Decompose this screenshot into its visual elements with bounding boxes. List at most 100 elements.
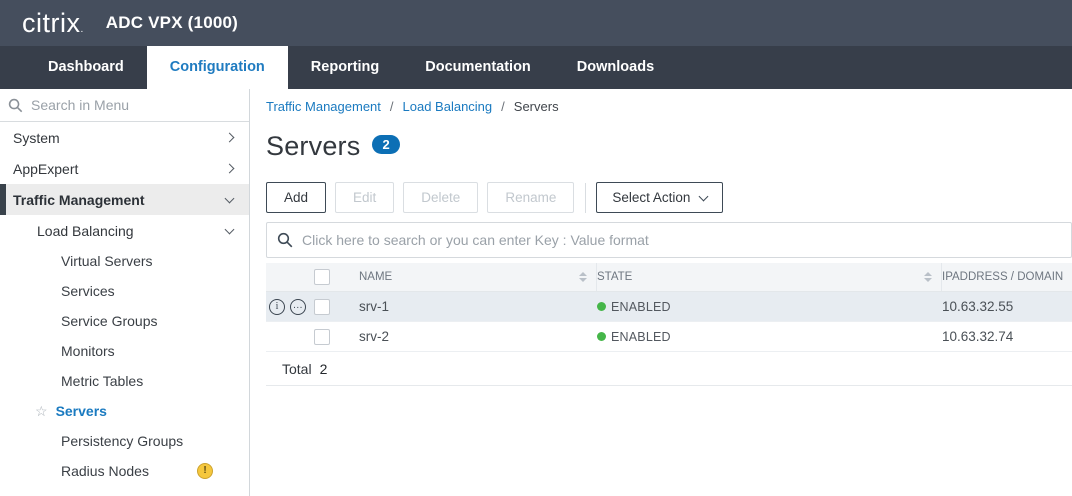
- cell-state: ENABLED: [597, 322, 942, 351]
- app-window: citrix. ADC VPX (1000) Dashboard Configu…: [0, 0, 1072, 496]
- select-action-label: Select Action: [612, 190, 690, 205]
- sidebar-item-label: Load Balancing: [37, 223, 226, 239]
- sort-icon[interactable]: [579, 272, 587, 282]
- sort-icon[interactable]: [924, 272, 932, 282]
- select-all-checkbox[interactable]: [314, 269, 330, 285]
- column-label: NAME: [359, 271, 392, 283]
- table-row[interactable]: srv-2 ENABLED 10.63.32.74: [266, 322, 1072, 352]
- search-icon: [8, 98, 23, 113]
- title-bar: citrix. ADC VPX (1000): [0, 0, 1072, 46]
- servers-table: NAME STATE IPADDRESS / DOMAIN i ...: [266, 263, 1072, 386]
- tab-dashboard[interactable]: Dashboard: [25, 46, 147, 89]
- sidebar-item-servers[interactable]: ☆ Servers: [0, 396, 249, 426]
- cell-ip: 10.63.32.55: [942, 292, 1072, 321]
- chevron-down-icon: [225, 224, 235, 234]
- delete-button[interactable]: Delete: [403, 182, 478, 213]
- breadcrumb-separator: /: [390, 99, 394, 114]
- row-actions-cell: i ...: [266, 292, 359, 321]
- tab-documentation[interactable]: Documentation: [402, 46, 554, 89]
- citrix-logo: citrix.: [22, 10, 84, 37]
- cell-name: srv-2: [359, 322, 597, 351]
- column-header-state[interactable]: STATE: [597, 263, 942, 291]
- row-actions-cell: [266, 322, 359, 351]
- sidebar-item-traffic-management[interactable]: Traffic Management: [0, 184, 249, 215]
- table-search-input[interactable]: [302, 232, 1061, 248]
- search-icon: [277, 232, 293, 248]
- config-sidebar: System AppExpert Traffic Management Load…: [0, 89, 250, 496]
- breadcrumb-load-balancing[interactable]: Load Balancing: [403, 99, 493, 114]
- sidebar-item-metric-tables[interactable]: Metric Tables: [0, 366, 249, 396]
- primary-nav: Dashboard Configuration Reporting Docume…: [0, 46, 1072, 89]
- breadcrumb-traffic-management[interactable]: Traffic Management: [266, 99, 381, 114]
- sidebar-item-label: Service Groups: [61, 313, 157, 329]
- sidebar-item-label: System: [13, 130, 226, 146]
- main-content: Traffic Management / Load Balancing / Se…: [250, 89, 1072, 496]
- sidebar-item-label: Traffic Management: [13, 192, 226, 208]
- cell-state: ENABLED: [597, 292, 942, 321]
- info-icon[interactable]: i: [269, 299, 285, 315]
- chevron-down-icon: [225, 193, 235, 203]
- table-footer: Total 2: [266, 352, 1072, 386]
- sidebar-item-label: Persistency Groups: [61, 433, 183, 449]
- sidebar-item-label: Services: [61, 283, 115, 299]
- tab-downloads[interactable]: Downloads: [554, 46, 677, 89]
- row-checkbox[interactable]: [314, 329, 330, 345]
- rename-button[interactable]: Rename: [487, 182, 574, 213]
- column-label: STATE: [597, 271, 632, 283]
- sidebar-item-monitors[interactable]: Monitors: [0, 336, 249, 366]
- sidebar-item-label: Virtual Servers: [61, 253, 153, 269]
- sidebar-item-services[interactable]: Services: [0, 276, 249, 306]
- state-label: ENABLED: [611, 330, 671, 344]
- ellipsis-menu-icon[interactable]: ...: [290, 299, 306, 315]
- sidebar-item-persistency-groups[interactable]: Persistency Groups: [0, 426, 249, 456]
- enabled-dot-icon: [597, 332, 606, 341]
- sidebar-item-load-balancing[interactable]: Load Balancing: [0, 215, 249, 246]
- cell-name: srv-1: [359, 292, 597, 321]
- tab-reporting[interactable]: Reporting: [288, 46, 402, 89]
- breadcrumb-separator: /: [501, 99, 505, 114]
- sidebar-item-label: AppExpert: [13, 161, 226, 177]
- sidebar-item-label: Radius Nodes: [61, 463, 149, 479]
- warning-icon: !: [197, 463, 213, 479]
- sidebar-item-virtual-servers[interactable]: Virtual Servers: [0, 246, 249, 276]
- sidebar-item-radius-nodes[interactable]: Radius Nodes !: [0, 456, 249, 486]
- sidebar-item-service-groups[interactable]: Service Groups: [0, 306, 249, 336]
- sidebar-item-label: Servers: [56, 403, 107, 419]
- table-header: NAME STATE IPADDRESS / DOMAIN: [266, 263, 1072, 292]
- toolbar: Add Edit Delete Rename Select Action: [266, 182, 1072, 213]
- enabled-dot-icon: [597, 302, 606, 311]
- breadcrumb-current: Servers: [514, 99, 559, 114]
- table-row[interactable]: i ... srv-1 ENABLED 10.63.32.55: [266, 292, 1072, 322]
- select-action-dropdown[interactable]: Select Action: [596, 182, 723, 213]
- row-checkbox[interactable]: [314, 299, 330, 315]
- star-icon[interactable]: ☆: [35, 403, 48, 420]
- column-header-name[interactable]: NAME: [359, 263, 597, 291]
- record-count-badge: 2: [372, 135, 399, 154]
- sidebar-item-label: Monitors: [61, 343, 115, 359]
- citrix-logo-text: citrix: [22, 8, 81, 38]
- table-search[interactable]: [266, 222, 1072, 258]
- sidebar-item-label: Metric Tables: [61, 373, 143, 389]
- tab-configuration[interactable]: Configuration: [147, 46, 288, 89]
- total-value: 2: [320, 361, 328, 377]
- sidebar-item-system[interactable]: System: [0, 122, 249, 153]
- menu-search[interactable]: [0, 89, 249, 122]
- breadcrumb: Traffic Management / Load Balancing / Se…: [266, 99, 1072, 114]
- edit-button[interactable]: Edit: [335, 182, 394, 213]
- sidebar-item-appexpert[interactable]: AppExpert: [0, 153, 249, 184]
- total-label: Total: [282, 361, 312, 377]
- appliance-title: ADC VPX (1000): [106, 13, 238, 33]
- chevron-right-icon: [225, 164, 235, 174]
- column-header-ip[interactable]: IPADDRESS / DOMAIN: [942, 263, 1072, 291]
- toolbar-divider: [585, 183, 586, 213]
- citrix-logo-dot: .: [81, 24, 84, 35]
- chevron-right-icon: [225, 133, 235, 143]
- cell-ip: 10.63.32.74: [942, 322, 1072, 351]
- add-button[interactable]: Add: [266, 182, 326, 213]
- page-title: Servers: [266, 131, 360, 162]
- menu-search-input[interactable]: [31, 97, 239, 113]
- chevron-down-icon: [699, 191, 709, 201]
- column-label: IPADDRESS / DOMAIN: [942, 271, 1063, 283]
- header-checkbox-cell: [266, 263, 359, 291]
- state-label: ENABLED: [611, 300, 671, 314]
